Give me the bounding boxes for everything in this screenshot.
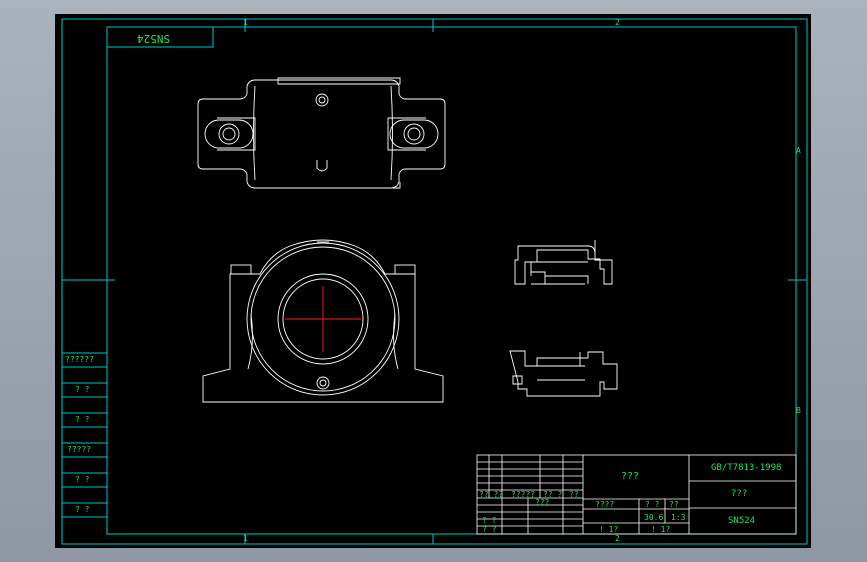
zone-label-top-1: 1 xyxy=(243,18,248,27)
side-block-label: ? ? xyxy=(75,415,90,424)
side-block-label: ????? xyxy=(67,445,92,454)
ratio-header: ?? xyxy=(669,500,679,509)
side-block-label: ? ? xyxy=(75,385,90,394)
drawing-sheet: 1 2 1 2 A B SN524 ?????? ? ? ? ? ????? ?… xyxy=(55,14,811,548)
zone-label-right-a: A xyxy=(796,146,801,155)
top-view xyxy=(197,77,446,189)
zone-label-bottom-2: 2 xyxy=(615,534,620,543)
sheet-info: ! 1? xyxy=(651,525,671,534)
side-block-label: ?????? xyxy=(65,355,94,364)
sign-label: ??? xyxy=(535,498,550,507)
material-field: ??? xyxy=(731,489,748,499)
zone-label-right-b: B xyxy=(796,406,801,415)
inner-frame xyxy=(106,26,797,535)
row-label: ????? xyxy=(511,490,536,499)
zone-label-top-2: 2 xyxy=(615,18,620,27)
ratio-value: 1:3 xyxy=(671,513,686,522)
sign-label: ? ? xyxy=(482,525,497,534)
zone-label-bottom-1: 1 xyxy=(243,534,248,543)
weight-value: 30.6 xyxy=(644,513,664,522)
row-label: ?? ?? xyxy=(479,490,504,499)
outer-frame xyxy=(61,18,808,545)
section-lower xyxy=(509,350,618,397)
section-upper xyxy=(514,240,613,285)
weight-header: ? ? xyxy=(645,500,660,509)
scale-header: ???? xyxy=(595,500,615,509)
sign-label: ? ? xyxy=(482,516,497,525)
drawing-canvas xyxy=(61,18,808,545)
centerlines xyxy=(285,286,361,352)
drawing-title: ??? xyxy=(621,471,640,482)
side-block-grid xyxy=(62,352,107,518)
standard-number: GB/T7813-1998 xyxy=(711,463,782,473)
row-label: ?? xyxy=(569,490,579,499)
corner-stamp: SN524 xyxy=(137,32,171,45)
side-block-label: ? ? xyxy=(75,505,90,514)
side-block-label: ? ? xyxy=(75,475,90,484)
sheet-info: ! 1? xyxy=(599,525,619,534)
part-number: SN524 xyxy=(728,516,756,526)
